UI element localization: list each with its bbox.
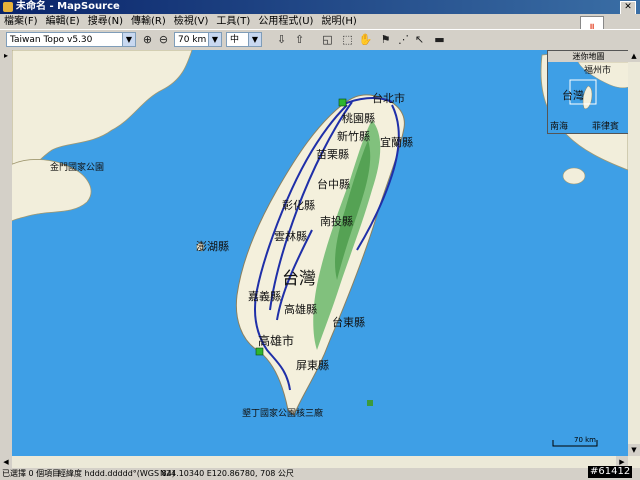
detail-select[interactable]: 中 ▼ (226, 32, 262, 47)
scale-label: 70 km (574, 436, 597, 444)
status-format: 經緯度 hddd.ddddd°(WGS 84) (58, 469, 175, 478)
waypoint-end-icon (255, 347, 264, 356)
label-kaohsiung-city: 高雄市 (258, 334, 295, 348)
close-button[interactable]: ✕ (620, 1, 636, 15)
menu-search[interactable]: 搜尋(N) (84, 16, 127, 27)
window-title: 未命名 - MapSource (16, 1, 120, 12)
title-bar: 未命名 - MapSource (0, 0, 640, 14)
chevron-down-icon: ▼ (208, 33, 221, 46)
label-taoyuan: 桃園縣 (342, 112, 375, 125)
chevron-down-icon: ▼ (248, 33, 261, 46)
label-miaoli: 苗栗縣 (316, 148, 349, 161)
measure-tool-icon[interactable]: ▬ (432, 32, 447, 47)
menu-transfer[interactable]: 傳輸(R) (127, 16, 170, 27)
mini-label-fuzhou: 福州市 (584, 66, 612, 76)
send-to-device-icon[interactable]: ⇩ (274, 32, 289, 47)
mini-label-philippines: 菲律賓 (592, 122, 620, 132)
label-changhua: 彰化縣 (282, 199, 315, 212)
map-view[interactable]: 台北市 桃園縣 新竹縣 宜蘭縣 苗栗縣 台中縣 彰化縣 南投縣 雲林縣 澎湖縣 … (12, 50, 628, 456)
zoom-in-icon[interactable]: ⊕ (140, 32, 155, 47)
status-bar: 已選擇 0 個項目 經緯度 hddd.ddddd°(WGS 84) N24.10… (0, 468, 640, 480)
label-yilan: 宜蘭縣 (380, 136, 413, 149)
vertical-scrollbar[interactable]: ▲ ▼ (628, 50, 640, 456)
zoom-out-icon[interactable]: ⊖ (156, 32, 171, 47)
label-yunlin: 雲林縣 (274, 230, 307, 243)
label-chiayi: 嘉義縣 (248, 290, 281, 303)
label-taiwan: 台灣 (282, 269, 316, 289)
left-strip: ▸ (0, 50, 12, 456)
map-tool-icon[interactable]: ◱ (320, 32, 335, 47)
status-selection: 已選擇 0 個項目 (2, 469, 61, 478)
scroll-left-icon[interactable]: ◀ (0, 456, 12, 468)
route-tool-icon[interactable]: ⋰ (396, 32, 411, 47)
hand-tool-icon[interactable]: ✋ (358, 32, 373, 47)
selection-tool-icon[interactable]: ⬚ (340, 32, 355, 47)
mini-map[interactable]: 迷你地圖 福州市 台灣 南海 菲律賓 (547, 50, 628, 134)
watermark: #61412 (588, 466, 633, 478)
mini-label-south-sea: 南海 (550, 122, 569, 132)
zoom-select-value: 70 km (178, 35, 207, 45)
mini-label-taiwan: 台灣 (562, 89, 584, 102)
label-hsinchu: 新竹縣 (337, 130, 370, 143)
label-kenting: 墾丁國家公園核三廠 (242, 409, 324, 419)
scroll-down-icon[interactable]: ▼ (628, 444, 640, 456)
scroll-up-icon[interactable]: ▲ (628, 50, 640, 62)
map-canvas (12, 50, 628, 416)
label-nantou: 南投縣 (320, 215, 353, 228)
detail-select-value: 中 (230, 35, 240, 45)
waypoint-start-icon (338, 98, 347, 107)
label-kinmen-park: 金門國家公園 (50, 163, 105, 173)
receive-from-device-icon[interactable]: ⇧ (292, 32, 307, 47)
zoom-select[interactable]: 70 km ▼ (174, 32, 222, 47)
menu-file[interactable]: 檔案(F) (0, 16, 42, 27)
menu-utilities[interactable]: 公用程式(U) (254, 16, 317, 27)
expand-icon[interactable]: ▸ (0, 50, 12, 62)
product-select-value: Taiwan Topo v5.30 (10, 35, 93, 45)
menu-edit[interactable]: 編輯(E) (42, 16, 84, 27)
waypoint-flag-icon[interactable]: ⚑ (378, 32, 393, 47)
label-kaohsiung-county: 高雄縣 (284, 303, 317, 316)
pointer-tool-icon[interactable]: ↖ (412, 32, 427, 47)
toolbar: Taiwan Topo v5.30 ▼ ⊕ ⊖ 70 km ▼ 中 ▼ ⇩ ⇧ … (0, 29, 640, 51)
horizontal-scrollbar[interactable]: ◀ ▶ (0, 456, 640, 468)
app-icon (3, 2, 13, 12)
label-taitung: 台東縣 (332, 316, 365, 329)
label-pingtung: 屏東縣 (296, 359, 329, 372)
menu-bar: 檔案(F) 編輯(E) 搜尋(N) 傳輸(R) 檢視(V) 工具(T) 公用程式(U) 說明(… (0, 14, 640, 29)
status-coords: N24.10340 E120.86780, 708 公尺 (160, 469, 294, 478)
menu-help[interactable]: 說明(H) (317, 16, 360, 27)
label-taichung: 台中縣 (317, 178, 350, 191)
mini-map-title: 迷你地圖 (548, 51, 628, 62)
label-taipei: 台北市 (372, 92, 405, 105)
menu-view[interactable]: 檢視(V) (170, 16, 213, 27)
label-penghu: 澎湖縣 (196, 240, 229, 253)
product-select[interactable]: Taiwan Topo v5.30 ▼ (6, 32, 136, 47)
scale-bar: 70 km (552, 436, 598, 448)
chevron-down-icon: ▼ (122, 33, 135, 46)
menu-tools[interactable]: 工具(T) (212, 16, 254, 27)
